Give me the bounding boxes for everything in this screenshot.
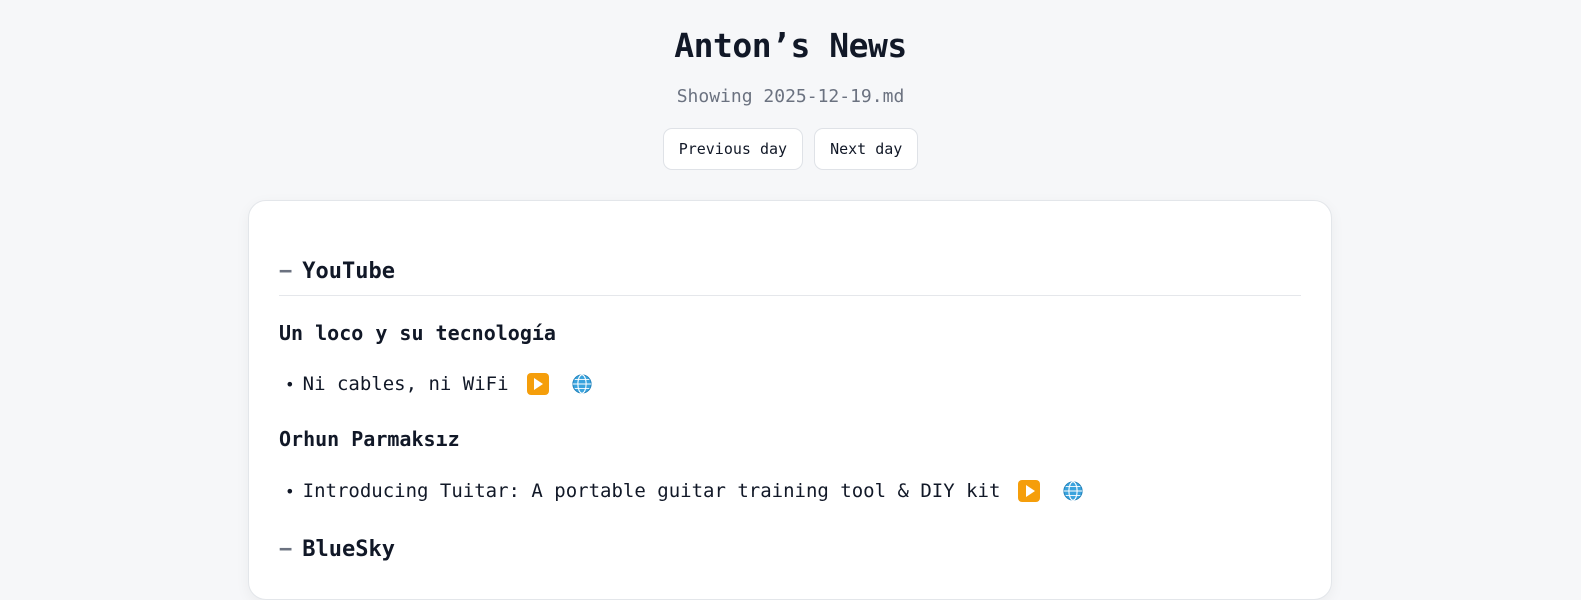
page-title: Anton’s News: [674, 26, 907, 65]
section-header-youtube[interactable]: − YouTube: [279, 259, 1301, 284]
collapse-toggle-icon[interactable]: −: [279, 537, 292, 562]
video-title: Ni cables, ni WiFi: [302, 373, 509, 395]
section-title: YouTube: [302, 259, 395, 284]
bullet: •: [285, 374, 295, 394]
video-title: Introducing Tuitar: A portable guitar tr…: [302, 480, 1001, 502]
bullet: •: [285, 481, 295, 501]
next-day-button[interactable]: Next day: [814, 128, 919, 170]
section-header-bluesky[interactable]: − BlueSky: [279, 537, 1301, 562]
list-item: • Introducing Tuitar: A portable guitar …: [285, 480, 1084, 502]
collapse-toggle-icon[interactable]: −: [279, 259, 292, 284]
list-item: • Ni cables, ni WiFi: [285, 373, 593, 395]
channel-name: Un loco y su tecnología: [279, 321, 556, 345]
day-navigation: Previous day Next day: [0, 128, 1581, 170]
globe-icon[interactable]: [571, 373, 593, 395]
play-icon[interactable]: [1018, 480, 1041, 502]
previous-day-button[interactable]: Previous day: [662, 128, 804, 170]
globe-icon[interactable]: [1062, 480, 1084, 502]
news-card: − YouTube Un loco y su tecnología • Ni c…: [248, 200, 1332, 600]
play-icon[interactable]: [526, 373, 549, 395]
current-file-subtitle: Showing 2025-12-19.md: [676, 86, 905, 107]
channel-name: Orhun Parmaksız: [279, 427, 460, 451]
section-divider: [279, 295, 1301, 296]
section-title: BlueSky: [302, 537, 395, 562]
